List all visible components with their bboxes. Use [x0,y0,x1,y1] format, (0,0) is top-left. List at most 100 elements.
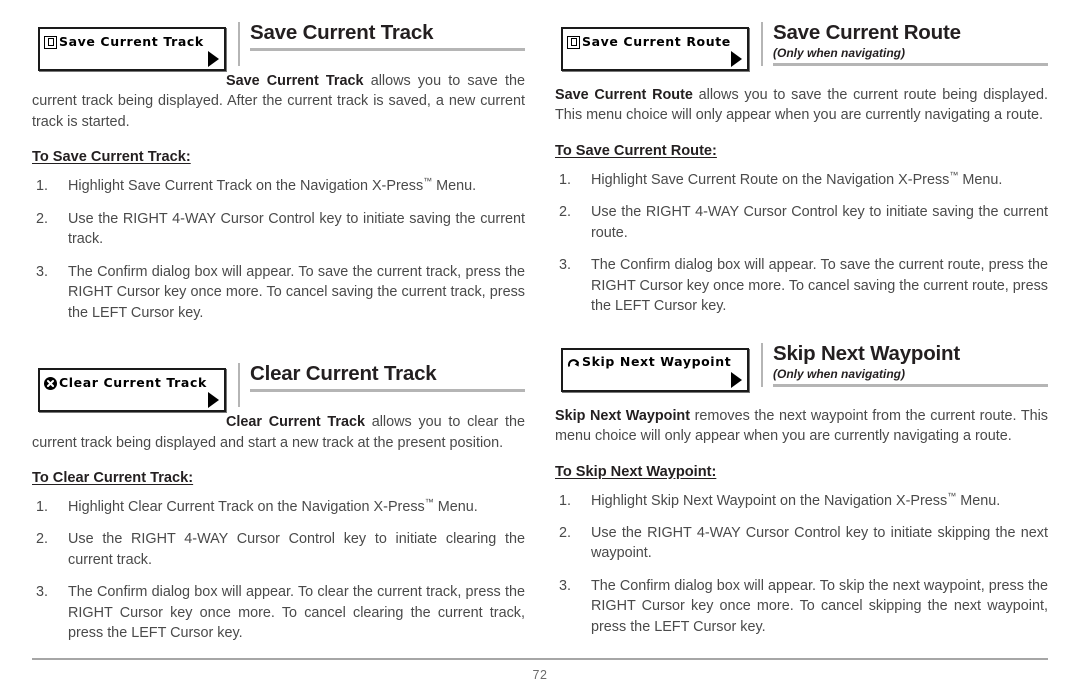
page-title: Clear Current Track [250,363,437,386]
step-text: Highlight Save Current Track on the Navi… [68,176,477,195]
right-arrow-icon [731,51,742,67]
menu-box-skip-next-waypoint[interactable]: Skip Next Waypoint [561,347,749,392]
step-text: The Confirm dialog box will appear. To s… [591,577,1048,635]
section-intro-paragraph: Clear Current Track allows you to clear … [32,407,525,453]
procedure-subheading: To Clear Current Track: [32,469,194,486]
menu-box-save-current-track[interactable]: Save Current Track [38,27,226,71]
list-item: 3. The Confirm dialog box will appear. To… [555,576,1048,637]
step-text: The Confirm dialog box will appear. To s… [591,257,1048,315]
step-number: 3. [559,257,572,274]
procedure-steps: 1. Highlight Skip Next Waypoint on the Na… [555,491,1048,638]
step-text: Use the RIGHT 4-WAY Cursor Control key t… [591,524,1048,562]
section-save-current-route: Save Current Route Save Current Route (O… [555,22,1048,317]
save-box-icon [44,35,57,49]
list-item: 3. The Confirm dialog box will appear. To… [32,262,525,323]
section-skip-next-waypoint: Skip Next Waypoint Skip Next Waypoint (O… [555,342,1048,638]
section-header: Save Current Track Save Current Track Sa… [32,22,525,132]
heading-block: Save Current Route (Only when navigating… [761,22,1048,67]
step-number: 2. [36,531,49,548]
step-text: Use the RIGHT 4-WAY Cursor Control key t… [68,531,525,568]
list-item: 1. Highlight Save Current Track on the Na… [32,176,525,196]
section-clear-current-track: Clear Current Track Clear Current Track … [32,363,525,644]
step-number: 1. [36,498,49,515]
list-item: 2. Use the RIGHT 4-WAY Cursor Control key… [32,209,525,250]
page-footer: 72 [32,658,1048,682]
section-header: Clear Current Track Clear Current Track … [32,363,525,453]
step-text: The Confirm dialog box will appear. To s… [68,263,525,321]
manual-page: Save Current Track Save Current Track Sa… [0,0,1080,698]
right-arrow-icon [731,371,742,388]
heading-rule [773,383,1048,387]
list-item: 2. Use the RIGHT 4-WAY Cursor Control key… [32,529,525,570]
clear-x-icon [44,376,57,390]
step-text: Use the RIGHT 4-WAY Cursor Control key t… [68,210,525,248]
intro-lead-term: Clear Current Track [226,414,366,431]
menu-box-label: Skip Next Waypoint [582,354,732,370]
right-arrow-icon [208,392,219,409]
save-box-icon [567,35,580,49]
heading-block: Save Current Track [238,22,525,66]
heading-rule [250,389,525,393]
right-column: Save Current Route Save Current Route (O… [555,22,1048,644]
step-number: 1. [36,178,49,195]
step-number: 3. [36,584,49,601]
heading-block: Clear Current Track [238,363,525,408]
procedure-subheading: To Save Current Track: [32,149,191,166]
section-subtitle: (Only when navigating) [773,366,906,381]
section-header: Save Current Route Save Current Route (O… [555,22,1048,75]
page-title: Skip Next Waypoint [773,342,960,365]
procedure-subheading: To Skip Next Waypoint: [555,463,717,480]
menu-box-clear-current-track[interactable]: Clear Current Track [38,368,226,413]
list-item: 2. Use the RIGHT 4-WAY Cursor Control key… [555,523,1048,564]
procedure-steps: 1. Highlight Clear Current Track on the N… [32,497,525,644]
list-item: 3. The Confirm dialog box will appear. To… [32,582,525,643]
intro-lead-term: Save Current Route [555,87,693,103]
step-number: 1. [559,492,572,509]
menu-box-save-current-route[interactable]: Save Current Route [561,27,749,71]
two-column-layout: Save Current Track Save Current Track Sa… [0,0,1080,644]
heading-rule [250,47,525,51]
procedure-steps: 1. Highlight Save Current Track on the Na… [32,176,525,323]
step-text: Highlight Clear Current Track on the Nav… [68,497,478,515]
heading-block: Skip Next Waypoint (Only when navigating… [761,342,1048,387]
list-item: 2. Use the RIGHT 4-WAY Cursor Control key… [555,202,1048,243]
procedure-subheading: To Save Current Route: [555,142,717,159]
step-number: 2. [559,204,572,221]
step-number: 3. [36,263,49,280]
right-arrow-icon [208,51,219,67]
section-save-current-track: Save Current Track Save Current Track Sa… [32,22,525,323]
step-number: 2. [36,210,49,227]
menu-box-label: Clear Current Track [59,374,207,390]
step-text: The Confirm dialog box will appear. To c… [68,584,525,642]
section-subtitle: (Only when navigating) [773,45,906,60]
section-intro-paragraph: Skip Next Waypoint removes the next wayp… [555,406,1048,447]
page-title: Save Current Track [250,22,434,44]
list-item: 3. The Confirm dialog box will appear. To… [555,255,1048,316]
list-item: 1. Highlight Skip Next Waypoint on the Na… [555,491,1048,511]
procedure-steps: 1. Highlight Save Current Route on the Na… [555,170,1048,317]
section-intro-paragraph: Save Current Track allows you to save th… [32,66,525,132]
section-header: Skip Next Waypoint Skip Next Waypoint (O… [555,342,1048,396]
intro-lead-term: Save Current Track [226,73,364,89]
step-number: 3. [559,577,572,594]
skip-arrow-icon [567,356,580,369]
page-title: Save Current Route [773,22,961,44]
step-text: Highlight Save Current Route on the Navi… [591,170,1003,188]
list-item: 1. Highlight Save Current Route on the Na… [555,170,1048,190]
step-number: 1. [559,171,572,188]
page-number: 72 [532,668,548,682]
step-text: Use the RIGHT 4-WAY Cursor Control key t… [591,204,1048,241]
left-column: Save Current Track Save Current Track Sa… [32,22,525,644]
heading-rule [773,63,1048,67]
section-intro-paragraph: Save Current Route allows you to save th… [555,85,1048,126]
list-item: 1. Highlight Clear Current Track on the N… [32,497,525,517]
step-number: 2. [559,524,572,541]
menu-box-label: Save Current Route [582,33,731,49]
step-text: Highlight Skip Next Waypoint on the Navi… [591,490,1001,509]
menu-box-label: Save Current Track [59,33,204,49]
intro-lead-term: Skip Next Waypoint [555,407,691,424]
